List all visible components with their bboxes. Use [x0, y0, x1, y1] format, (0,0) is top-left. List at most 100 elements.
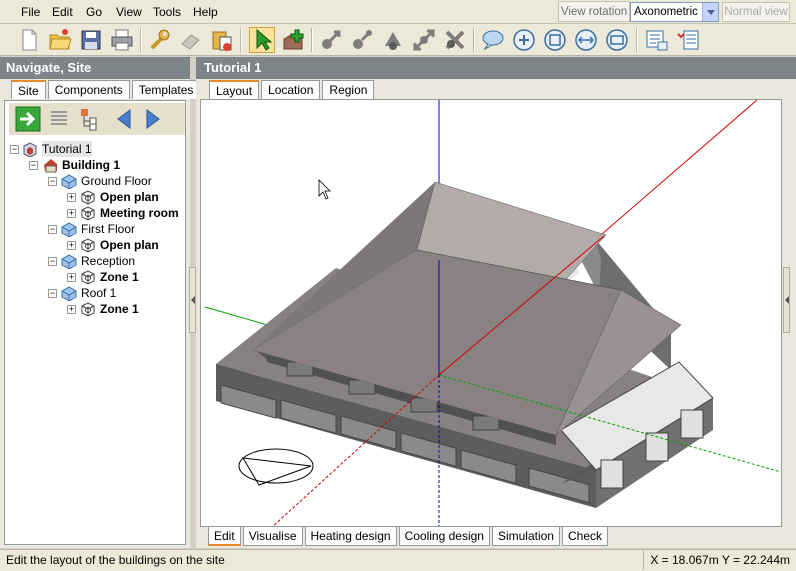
- menu-edit[interactable]: Edit: [52, 5, 73, 19]
- print-icon[interactable]: [109, 27, 135, 53]
- building-icon: [42, 157, 58, 173]
- list-icon[interactable]: [46, 106, 72, 132]
- block-icon: [61, 173, 77, 190]
- collapse-icon[interactable]: −: [10, 145, 19, 154]
- add-block-icon[interactable]: [280, 27, 306, 53]
- tab-check[interactable]: Check: [561, 527, 608, 546]
- tree-icon[interactable]: [77, 106, 103, 132]
- tab-layout[interactable]: Layout: [209, 80, 260, 99]
- toolbar-separator: [473, 28, 475, 52]
- editor-panel: Tutorial 1 Layout Location Region Edit V…: [196, 57, 796, 548]
- navigator-panel: Navigate, Site Site Components Templates: [0, 57, 201, 548]
- zoom-in-icon[interactable]: [511, 27, 537, 53]
- rotate-icon[interactable]: [349, 27, 375, 53]
- go-arrow-icon[interactable]: [15, 106, 41, 132]
- tree-item-label: Open plan: [100, 238, 159, 252]
- new-file-icon[interactable]: [16, 27, 42, 53]
- view-rotation-label: View rotation: [558, 1, 630, 22]
- tree-item-label: Building 1: [62, 158, 120, 172]
- properties-icon[interactable]: [644, 27, 670, 53]
- paste-icon[interactable]: [209, 27, 235, 53]
- toolbar-separator: [636, 28, 638, 52]
- zone-icon: [80, 205, 96, 221]
- menu-help[interactable]: Help: [193, 5, 218, 19]
- collapse-icon[interactable]: −: [48, 257, 57, 266]
- tab-heating-design[interactable]: Heating design: [304, 527, 397, 546]
- tab-simulation[interactable]: Simulation: [491, 527, 560, 546]
- wrench-icon[interactable]: [147, 27, 173, 53]
- tree-item-label: Roof 1: [81, 286, 117, 300]
- tree-item-label: First Floor: [81, 222, 135, 236]
- tree-item-label: Zone 1: [100, 302, 139, 316]
- zone-icon: [80, 189, 96, 205]
- mouse-cursor-icon: [318, 179, 331, 200]
- eraser-icon[interactable]: [178, 27, 204, 53]
- editor-title: Tutorial 1: [196, 57, 796, 79]
- compass-icon: [238, 448, 314, 486]
- menu-go[interactable]: Go: [86, 5, 102, 19]
- window: [600, 459, 624, 489]
- block-icon: [61, 221, 77, 238]
- main-toolbar: [0, 24, 796, 56]
- tab-edit[interactable]: Edit: [208, 527, 241, 546]
- move-icon[interactable]: [318, 27, 344, 53]
- navigator-toolbar: [9, 103, 185, 135]
- tree-item-label: Open plan: [100, 190, 159, 204]
- open-folder-icon[interactable]: [47, 27, 73, 53]
- block-icon: [61, 285, 77, 302]
- select-arrow-icon[interactable]: [249, 27, 275, 53]
- site-icon: [22, 141, 38, 158]
- settings-icon[interactable]: [675, 27, 701, 53]
- menu-view[interactable]: View: [116, 5, 142, 19]
- navigator-title: Navigate, Site: [0, 57, 190, 79]
- view-rotation-value: Axonometric: [634, 6, 698, 18]
- tab-location[interactable]: Location: [261, 80, 321, 99]
- tree-item-label: Meeting room: [100, 206, 179, 220]
- right-splitter[interactable]: [783, 267, 790, 333]
- menu-bar: File Edit Go View Tools Help View rotati…: [0, 0, 796, 24]
- chevron-down-icon[interactable]: [702, 3, 718, 21]
- tab-cooling-design[interactable]: Cooling design: [398, 527, 490, 546]
- expand-icon[interactable]: +: [67, 305, 76, 314]
- collapse-icon[interactable]: −: [48, 177, 57, 186]
- collapse-icon[interactable]: −: [29, 161, 38, 170]
- 3d-viewport[interactable]: [200, 99, 782, 527]
- menu-tools[interactable]: Tools: [153, 5, 181, 19]
- normal-view-button[interactable]: Normal view: [722, 2, 790, 22]
- save-icon[interactable]: [78, 27, 104, 53]
- expand-icon[interactable]: +: [67, 193, 76, 202]
- building-model[interactable]: [201, 100, 782, 527]
- view-rotation-select[interactable]: Axonometric: [630, 2, 719, 22]
- zone-icon: [80, 301, 96, 317]
- speech-icon[interactable]: [480, 27, 506, 53]
- stretch-icon[interactable]: [380, 27, 406, 53]
- tab-site[interactable]: Site: [11, 80, 46, 99]
- delete-icon[interactable]: [442, 27, 468, 53]
- status-message: Edit the layout of the buildings on the …: [6, 553, 225, 567]
- tree-item-label: Ground Floor: [81, 174, 152, 188]
- expand-icon[interactable]: +: [67, 241, 76, 250]
- tab-templates[interactable]: Templates: [131, 80, 201, 99]
- menu-file[interactable]: File: [21, 5, 40, 19]
- tab-region[interactable]: Region: [322, 80, 375, 99]
- pan-icon[interactable]: [573, 27, 599, 53]
- collapse-icon[interactable]: −: [48, 225, 57, 234]
- tab-components[interactable]: Components: [47, 80, 130, 99]
- expand-icon[interactable]: +: [67, 273, 76, 282]
- back-arrow-icon[interactable]: [111, 106, 137, 132]
- zoom-window-icon[interactable]: [604, 27, 630, 53]
- zone-icon: [80, 269, 96, 285]
- tab-visualise[interactable]: Visualise: [242, 527, 303, 546]
- tree-item-label: Tutorial 1: [42, 141, 92, 157]
- zone-icon: [80, 237, 96, 253]
- left-splitter[interactable]: [189, 267, 196, 333]
- tree-item-label: Reception: [81, 254, 136, 268]
- resize-icon[interactable]: [411, 27, 437, 53]
- block-icon: [61, 253, 77, 270]
- editor-top-tabs: Layout Location Region: [209, 80, 376, 99]
- status-bar: Edit the layout of the buildings on the …: [0, 549, 796, 571]
- zoom-extents-icon[interactable]: [542, 27, 568, 53]
- forward-arrow-icon[interactable]: [140, 106, 166, 132]
- collapse-icon[interactable]: −: [48, 289, 57, 298]
- expand-icon[interactable]: +: [67, 209, 76, 218]
